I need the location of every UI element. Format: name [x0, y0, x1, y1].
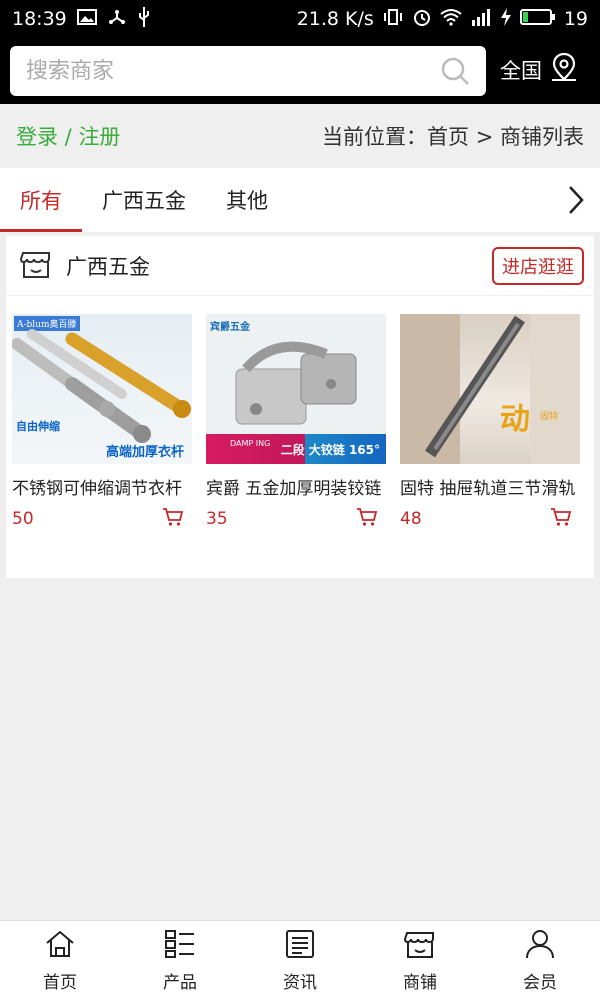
product-title[interactable]: 宾爵 五金加厚明装铰链 [206, 474, 386, 499]
store-icon [19, 249, 52, 283]
wifi-icon [440, 8, 462, 31]
tab-other[interactable]: 其他 [206, 168, 288, 232]
nav-member[interactable]: 会员 [480, 921, 600, 1000]
alarm-icon [412, 7, 432, 32]
slide-rail-illustration [400, 314, 580, 464]
share-icon [107, 7, 127, 32]
tab-guangxi-hardware[interactable]: 广西五金 [82, 168, 206, 232]
search-header: 全国 [0, 38, 600, 104]
list-icon [164, 929, 196, 964]
bottom-nav: 首页 产品 资讯 商铺 会员 [0, 920, 600, 1000]
gallery-icon [76, 8, 97, 31]
signal-icon [470, 8, 492, 31]
product-list: A-blum奥百滕 自由伸缩 高端加厚衣杆 不锈钢可伸缩调节衣杆 50 宾爵五金… [6, 314, 594, 531]
product-image-caption-1: 自由伸缩 [16, 420, 60, 433]
visit-store-button[interactable]: 进店逛逛 [492, 246, 584, 285]
product-image[interactable]: A-blum奥百滕 自由伸缩 高端加厚衣杆 [12, 314, 192, 464]
battery-icon [519, 8, 556, 31]
store-card: 广西五金 进店逛逛 A-blum奥百滕 自由伸缩 高端加厚衣杆 不锈钢可伸缩调节 [6, 236, 594, 578]
store-icon [403, 929, 436, 964]
product-title[interactable]: 不锈钢可伸缩调节衣杆 [12, 474, 192, 499]
auth-links: 登录 / 注册 [16, 121, 120, 151]
product-image-caption-2: 高端加厚衣杆 [105, 445, 184, 460]
news-icon [284, 929, 316, 964]
product-price: 48 [400, 509, 422, 529]
search-input[interactable] [10, 46, 486, 96]
product-item[interactable]: 宾爵五金 DAMP ING 二段 大铰链 165° 宾爵 五金加厚明装铰链 35 [206, 314, 386, 531]
product-image-caption-2: 固特 [540, 412, 559, 422]
location-pin-icon [550, 52, 578, 87]
home-icon [44, 929, 76, 964]
nav-news[interactable]: 资讯 [240, 921, 360, 1000]
product-image-caption-1: 动 [500, 402, 530, 437]
login-link[interactable]: 登录 [16, 125, 58, 149]
clock: 18:39 [12, 8, 67, 30]
nav-label: 首页 [43, 972, 77, 993]
status-bar: 18:39 21.8 K/s 19 [0, 0, 600, 38]
charging-icon [500, 7, 512, 32]
tab-all[interactable]: 所有 [0, 168, 82, 232]
nav-products[interactable]: 产品 [120, 921, 240, 1000]
store-name: 广西五金 [66, 254, 150, 279]
chevron-right-icon[interactable] [564, 184, 588, 220]
product-price: 50 [12, 509, 34, 529]
auth-separator: / [58, 125, 79, 149]
usb-icon [137, 6, 151, 33]
net-speed: 21.8 K/s [296, 8, 374, 30]
nav-label: 资讯 [283, 972, 317, 993]
nav-label: 会员 [523, 972, 557, 993]
breadcrumb-bar: 登录 / 注册 当前位置：首页 > 商铺列表 [0, 104, 600, 168]
product-image[interactable]: 动 固特 [400, 314, 580, 464]
vibrate-icon [382, 8, 404, 31]
region-label: 全国 [500, 58, 542, 83]
cart-icon[interactable] [550, 507, 572, 531]
nav-label: 产品 [163, 972, 197, 993]
cart-icon[interactable] [356, 507, 378, 531]
cart-icon[interactable] [162, 507, 184, 531]
search-icon[interactable] [440, 56, 470, 90]
nav-stores[interactable]: 商铺 [360, 921, 480, 1000]
product-image-caption-2: 二段 大铰链 165° [280, 443, 380, 457]
product-image[interactable]: 宾爵五金 DAMP ING 二段 大铰链 165° [206, 314, 386, 464]
nav-label: 商铺 [403, 972, 437, 993]
search-box [10, 46, 486, 96]
product-price: 35 [206, 509, 228, 529]
product-item[interactable]: 动 固特 固特 抽屉轨道三节滑轨 48 [400, 314, 580, 531]
breadcrumb: 当前位置：首页 > 商铺列表 [322, 125, 584, 149]
store-header: 广西五金 进店逛逛 [6, 236, 594, 296]
register-link[interactable]: 注册 [78, 125, 120, 149]
region-selector[interactable]: 全国 [500, 52, 578, 87]
battery-level: 19 [563, 8, 588, 30]
product-item[interactable]: A-blum奥百滕 自由伸缩 高端加厚衣杆 不锈钢可伸缩调节衣杆 50 [12, 314, 192, 531]
user-icon [524, 929, 556, 964]
product-image-caption-1: DAMP ING [230, 439, 271, 448]
nav-home[interactable]: 首页 [0, 921, 120, 1000]
category-tabs: 所有 广西五金 其他 [0, 168, 600, 232]
product-title[interactable]: 固特 抽屉轨道三节滑轨 [400, 474, 580, 499]
